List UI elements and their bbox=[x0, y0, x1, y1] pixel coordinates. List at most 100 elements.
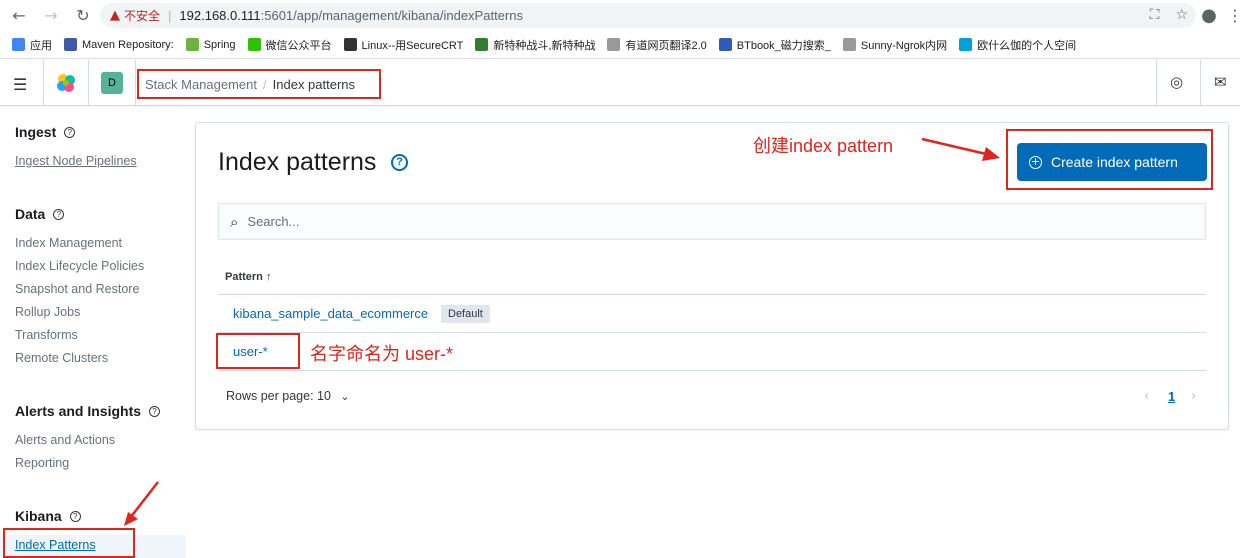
table-row-divider bbox=[218, 294, 1206, 295]
plus-in-circle-icon: + bbox=[1029, 154, 1042, 169]
sidebar-item-alerts-and-actions[interactable]: Alerts and Actions bbox=[15, 433, 115, 447]
spring-icon bbox=[185, 38, 199, 51]
bookmark-label: Spring bbox=[203, 38, 236, 51]
sidebar-group-alerts: Alerts and Insights? bbox=[15, 403, 161, 419]
linux-icon bbox=[343, 38, 357, 51]
help-icon[interactable]: ? bbox=[69, 510, 81, 522]
breadcrumb-stack-management[interactable]: Stack Management bbox=[145, 77, 257, 92]
table-row-divider bbox=[218, 370, 1206, 371]
sidebar-item-remote-clusters[interactable]: Remote Clusters bbox=[15, 351, 108, 365]
bookmark-item[interactable]: Linux--用SecureCRT bbox=[343, 37, 463, 53]
sidebar-item-index-lifecycle-policies[interactable]: Index Lifecycle Policies bbox=[15, 259, 144, 273]
help-icon[interactable]: ? bbox=[53, 208, 65, 220]
annotation-create: 创建index pattern bbox=[753, 136, 894, 156]
default-badge: Default bbox=[441, 305, 490, 323]
kibana-header: ☰ D Stack Management / Index patterns ◎ … bbox=[0, 60, 1240, 106]
bookmarks-bar: 应用 Maven Repository: Spring 微信公众平台 Linux--用S… bbox=[0, 31, 1240, 59]
header-divider bbox=[43, 60, 44, 106]
rows-per-page-label: Rows per page: 10 bbox=[226, 389, 331, 403]
bookmark-item[interactable]: Maven Repository: bbox=[64, 38, 174, 51]
help-icon[interactable]: ? bbox=[149, 405, 161, 417]
sidebar-group-title: Ingest bbox=[15, 124, 57, 140]
sidebar-item-index-management[interactable]: Index Management bbox=[15, 236, 122, 250]
index-pattern-link-ecommerce[interactable]: kibana_sample_data_ecommerce bbox=[233, 306, 428, 321]
sidebar-item-snapshot-and-restore[interactable]: Snapshot and Restore bbox=[15, 282, 139, 296]
back-arrow-icon[interactable]: ← bbox=[8, 5, 30, 27]
translate-icon[interactable]: ⛶ bbox=[1150, 7, 1160, 23]
url-host: 192.168.0.111 bbox=[179, 8, 261, 23]
bookmark-label: 应用 bbox=[30, 39, 52, 52]
next-page-icon[interactable]: › bbox=[1191, 389, 1196, 404]
sidebar-item-reporting[interactable]: Reporting bbox=[15, 456, 69, 470]
bookmark-label: Sunny-Ngrok内网 bbox=[860, 39, 948, 52]
annotation-arrow-icon bbox=[124, 481, 159, 526]
star-icon[interactable]: ☆ bbox=[1175, 7, 1188, 23]
bookmark-label: 欧什么伽的个人空间 bbox=[977, 39, 1077, 52]
breadcrumb-index-patterns: Index patterns bbox=[272, 76, 356, 92]
column-header-pattern[interactable]: Pattern ↑ bbox=[225, 271, 271, 283]
address-bar[interactable]: ▲ 不安全 | 192.168.0.111:5601/app/managemen… bbox=[100, 3, 1196, 28]
menu-kebab-icon[interactable]: ⋮ bbox=[1224, 4, 1240, 26]
bookmark-item[interactable]: 微信公众平台 bbox=[247, 37, 332, 53]
bookmark-label: 新特种战斗,新特种战 bbox=[493, 39, 596, 52]
sidebar-item-rollup-jobs[interactable]: Rollup Jobs bbox=[15, 305, 80, 319]
sidebar-item-transforms[interactable]: Transforms bbox=[15, 328, 78, 342]
bookmark-item[interactable]: 有道网页翻译2.0 bbox=[607, 37, 707, 53]
sidebar-group-title: Alerts and Insights bbox=[15, 403, 142, 419]
annotation-box bbox=[3, 528, 135, 558]
annotation-arrow-icon bbox=[921, 137, 1000, 161]
sidebar-group-title: Data bbox=[15, 206, 46, 222]
chevron-down-icon: ⌄ bbox=[340, 390, 350, 403]
newsfeed-mail-icon[interactable]: ✉ bbox=[1214, 73, 1227, 91]
help-icon[interactable]: ? bbox=[64, 126, 76, 138]
header-divider bbox=[88, 60, 89, 106]
browser-toolbar: ← → ↻ ▲ 不安全 | 192.168.0.111:5601/app/man… bbox=[0, 0, 1240, 31]
header-divider bbox=[1156, 60, 1157, 106]
hamburger-menu-icon[interactable]: ☰ bbox=[13, 75, 27, 94]
reload-icon[interactable]: ↻ bbox=[72, 5, 94, 27]
url-path: :5601/app/management/kibana/indexPattern… bbox=[260, 8, 523, 23]
apps-grid-icon bbox=[12, 38, 25, 51]
forward-arrow-icon[interactable]: → bbox=[40, 5, 62, 27]
bookmark-item[interactable]: 欧什么伽的个人空间 bbox=[959, 37, 1076, 53]
grid-icon bbox=[475, 38, 489, 51]
sidebar-group-kibana: Kibana? bbox=[15, 508, 81, 524]
wechat-icon bbox=[247, 38, 261, 51]
sidebar-group-data: Data? bbox=[15, 206, 65, 222]
page-number[interactable]: 1 bbox=[1168, 389, 1175, 404]
annotation-box bbox=[216, 333, 300, 369]
bookmark-label: BTbook_磁力搜索_ bbox=[736, 39, 831, 52]
help-menu-icon[interactable]: ◎ bbox=[1170, 73, 1183, 91]
breadcrumb-separator: / bbox=[263, 76, 267, 92]
elastic-logo-icon[interactable] bbox=[55, 72, 77, 94]
sidebar-group-ingest: Ingest? bbox=[15, 124, 76, 140]
bookmark-item[interactable]: Sunny-Ngrok内网 bbox=[842, 37, 948, 53]
annotation-name: 名字命名为 user-* bbox=[310, 344, 454, 364]
page-icon bbox=[842, 38, 856, 51]
page-title: Index patterns bbox=[218, 148, 377, 176]
bookmark-label: 微信公众平台 bbox=[265, 39, 332, 52]
bookmark-item[interactable]: Spring bbox=[185, 38, 236, 51]
bookmark-label: 有道网页翻译2.0 bbox=[625, 39, 707, 52]
search-icon: ⌕ bbox=[230, 212, 239, 231]
previous-page-icon[interactable]: ‹ bbox=[1144, 389, 1149, 404]
bookmark-item[interactable]: BTbook_磁力搜索_ bbox=[718, 37, 831, 53]
rows-per-page-selector[interactable]: Rows per page: 10 ⌄ bbox=[226, 389, 350, 403]
search-input[interactable] bbox=[247, 214, 1148, 229]
bilibili-icon bbox=[959, 38, 973, 51]
header-divider bbox=[1200, 60, 1201, 106]
bookmark-item[interactable]: 应用 bbox=[12, 37, 52, 53]
table-row-divider bbox=[218, 332, 1206, 333]
header-divider bbox=[135, 60, 136, 106]
space-avatar[interactable]: D bbox=[101, 72, 123, 94]
create-index-pattern-button[interactable]: + Create index pattern bbox=[1017, 143, 1207, 181]
omnibox-divider: | bbox=[168, 8, 172, 23]
create-index-pattern-label: Create index pattern bbox=[1051, 154, 1178, 170]
sidebar-item-ingest-node-pipelines[interactable]: Ingest Node Pipelines bbox=[15, 154, 137, 168]
search-field[interactable]: ⌕ bbox=[218, 203, 1206, 240]
help-icon[interactable]: ? bbox=[391, 154, 408, 171]
sidebar-group-title: Kibana bbox=[15, 508, 62, 524]
profile-icon[interactable]: ● bbox=[1198, 4, 1220, 26]
mvn-icon bbox=[64, 38, 77, 51]
bookmark-item[interactable]: 新特种战斗,新特种战 bbox=[475, 37, 595, 53]
